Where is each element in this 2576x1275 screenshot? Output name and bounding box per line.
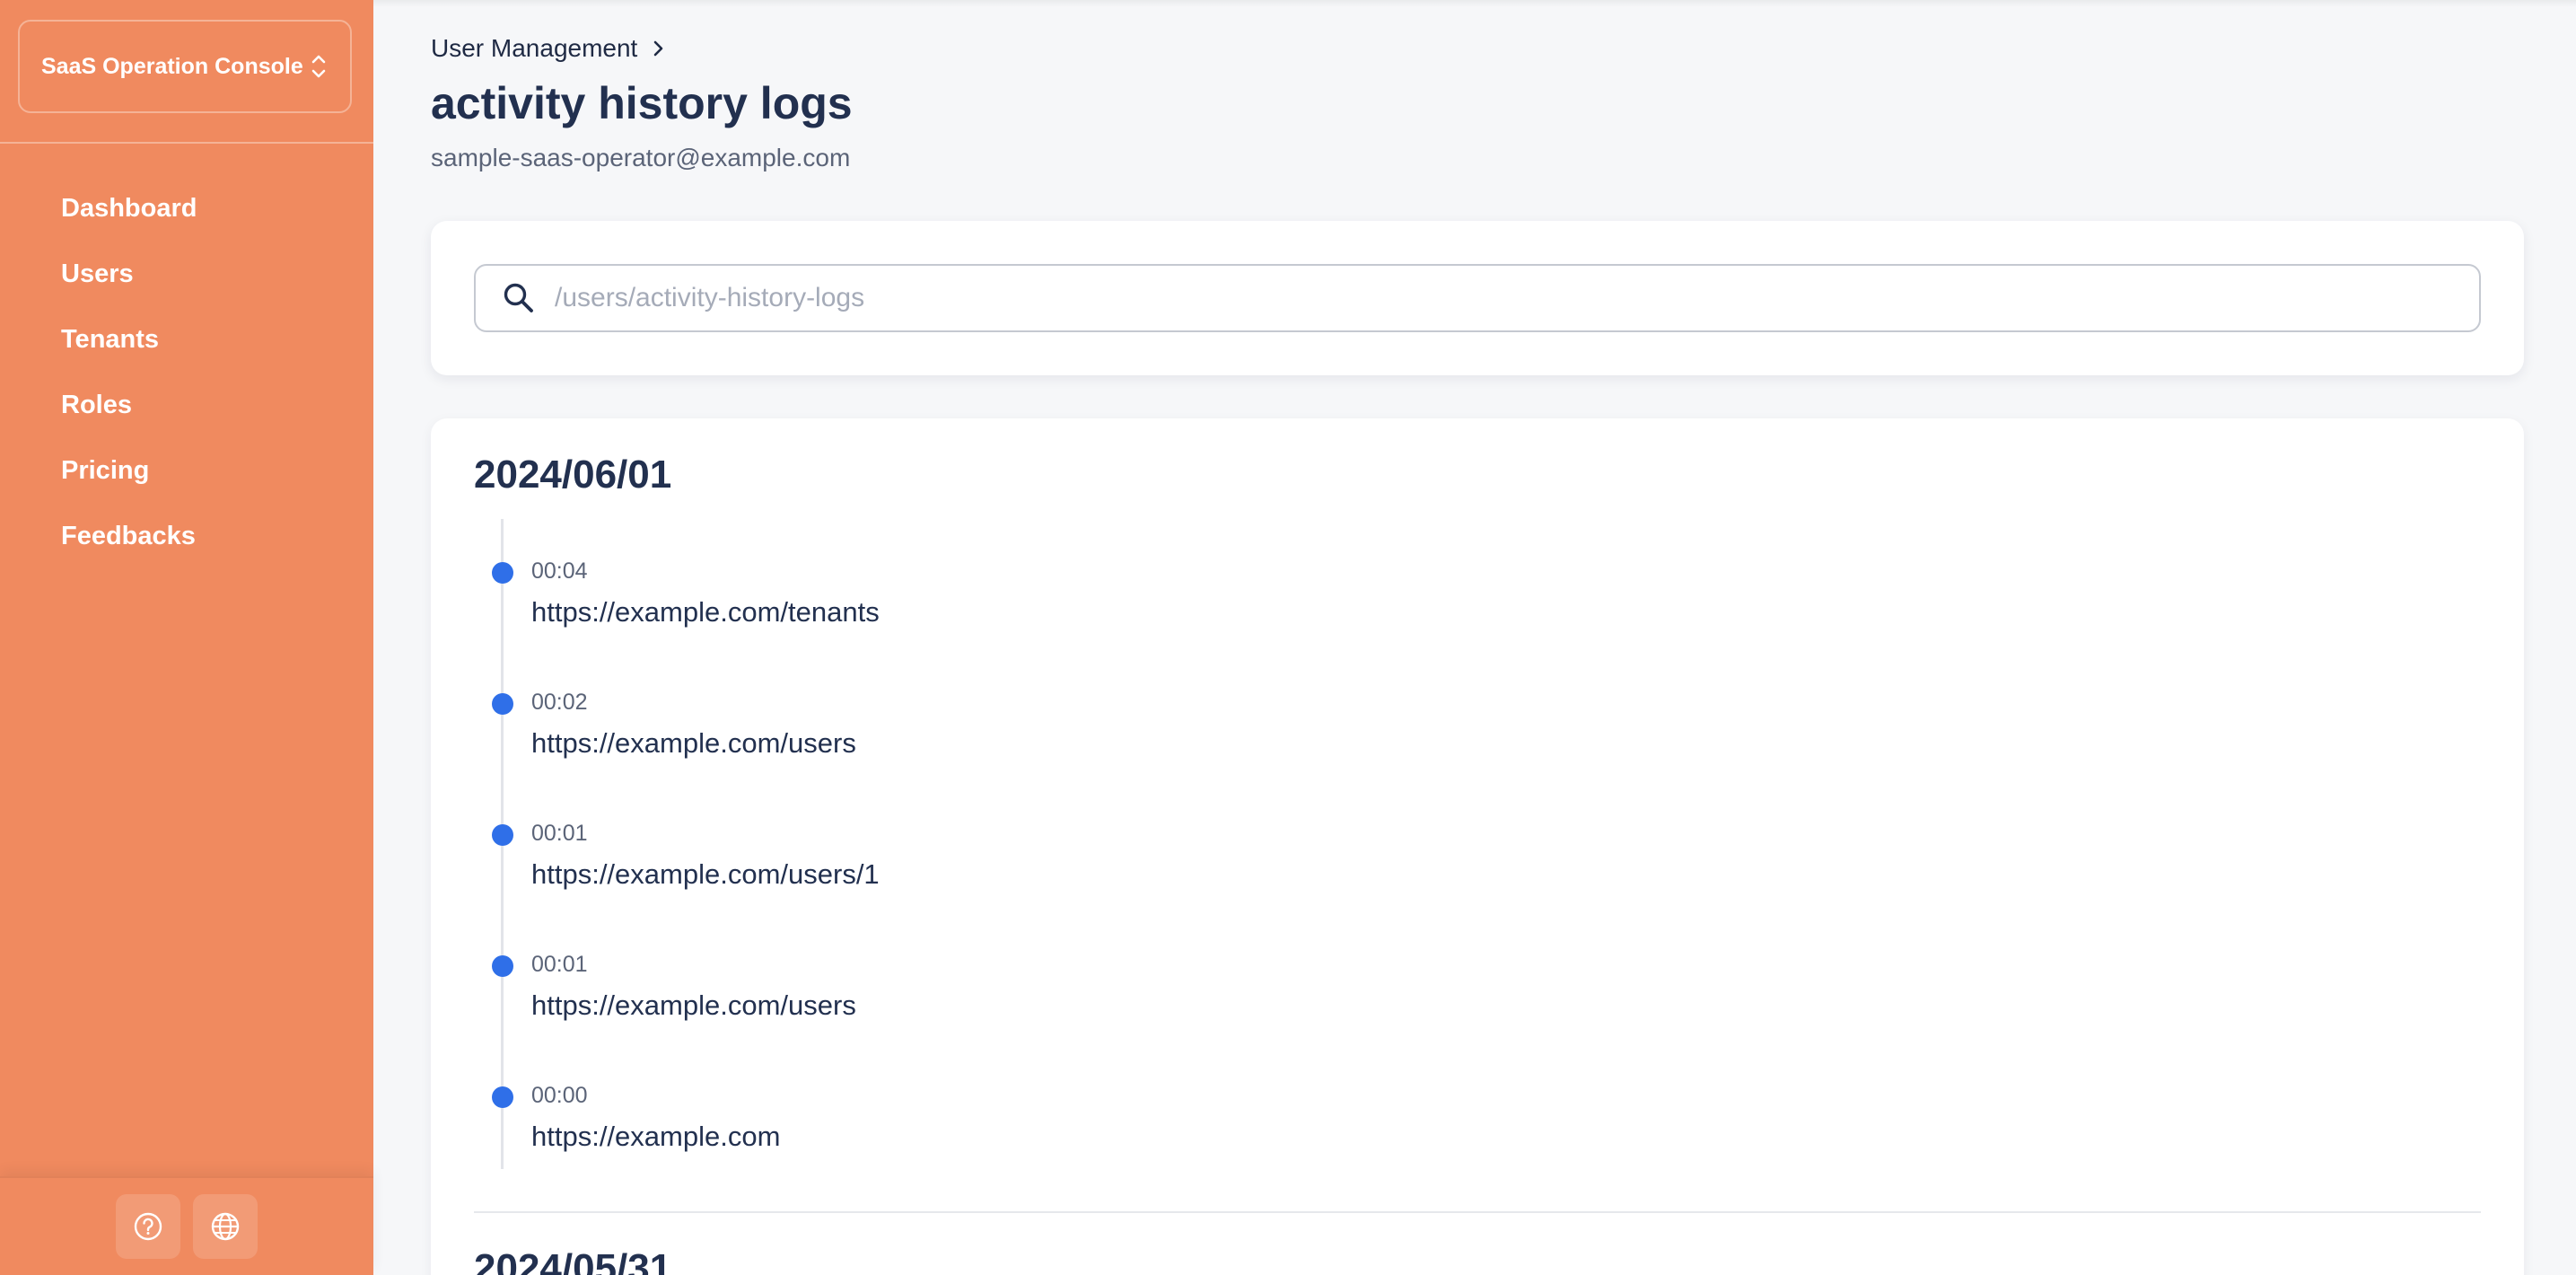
console-switcher[interactable]: SaaS Operation Console	[18, 20, 352, 113]
log-entry: 00:02 https://example.com/users	[431, 684, 2524, 815]
log-time: 00:00	[531, 1083, 588, 1108]
timeline-dot	[492, 693, 513, 715]
sidebar-divider	[0, 142, 373, 144]
log-time: 00:01	[531, 821, 588, 846]
log-entry: 00:01 https://example.com/users/1	[431, 815, 2524, 946]
breadcrumb: User Management	[431, 34, 666, 63]
search-card	[431, 221, 2524, 375]
timeline-dot	[492, 1086, 513, 1108]
activity-log-card: 2024/06/01 00:04 https://example.com/ten…	[431, 418, 2524, 1275]
search-box[interactable]	[474, 264, 2481, 332]
language-button[interactable]	[193, 1194, 258, 1259]
breadcrumb-user-management[interactable]: User Management	[431, 34, 637, 63]
log-entry: 00:04 https://example.com/tenants	[431, 553, 2524, 684]
chevron-up-down-icon	[311, 55, 326, 78]
log-url[interactable]: https://example.com	[531, 1121, 780, 1153]
timeline-dot	[492, 824, 513, 846]
sidebar-item-feedbacks[interactable]: Feedbacks	[0, 504, 373, 569]
log-time: 00:04	[531, 558, 588, 584]
log-entry: 00:01 https://example.com/users	[431, 946, 2524, 1077]
main-content: User Management activity history logs sa…	[373, 0, 2576, 1275]
search-input[interactable]	[555, 283, 2440, 313]
app-root: SaaS Operation Console Dashboard Users T…	[0, 0, 2576, 1275]
log-entry: 00:00 https://example.com	[431, 1077, 2524, 1209]
sidebar-nav: Dashboard Users Tenants Roles Pricing Fe…	[0, 176, 373, 569]
log-url[interactable]: https://example.com/users/1	[531, 858, 880, 891]
timeline-dot	[492, 955, 513, 977]
date-heading: 2024/05/31	[474, 1246, 672, 1275]
console-name: SaaS Operation Console	[41, 53, 303, 79]
help-button[interactable]	[116, 1194, 180, 1259]
sidebar-item-users[interactable]: Users	[0, 242, 373, 307]
operator-email: sample-saas-operator@example.com	[431, 144, 851, 171]
date-heading: 2024/06/01	[474, 453, 672, 497]
help-icon	[134, 1212, 162, 1241]
chevron-right-icon	[654, 40, 663, 57]
globe-icon	[211, 1212, 240, 1241]
top-shadow	[373, 0, 2576, 7]
sidebar: SaaS Operation Console Dashboard Users T…	[0, 0, 373, 1275]
log-time: 00:02	[531, 690, 588, 715]
sidebar-footer	[0, 1176, 373, 1275]
date-group-divider	[474, 1211, 2481, 1213]
page-title: activity history logs	[431, 78, 853, 128]
sidebar-item-roles[interactable]: Roles	[0, 373, 373, 438]
log-url[interactable]: https://example.com/tenants	[531, 596, 880, 629]
log-url[interactable]: https://example.com/users	[531, 727, 856, 760]
log-time: 00:01	[531, 952, 588, 977]
sidebar-item-tenants[interactable]: Tenants	[0, 307, 373, 373]
search-icon	[504, 283, 533, 312]
log-url[interactable]: https://example.com/users	[531, 989, 856, 1022]
timeline-dot	[492, 562, 513, 584]
sidebar-item-dashboard[interactable]: Dashboard	[0, 176, 373, 242]
sidebar-item-pricing[interactable]: Pricing	[0, 438, 373, 504]
